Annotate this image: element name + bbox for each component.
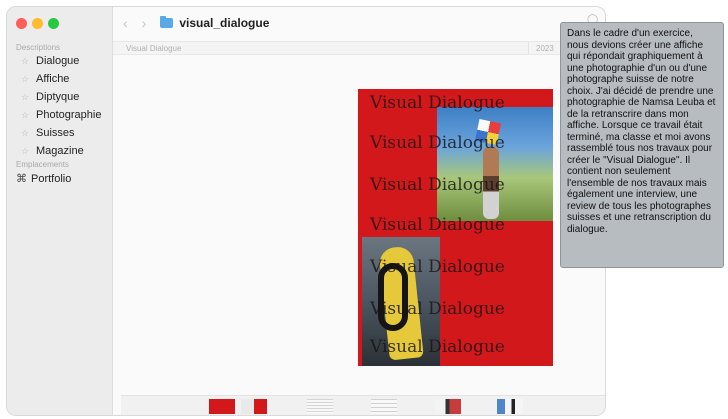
poster-preview[interactable]: Visual Dialogue Visual Dialogue Visual D…: [358, 89, 553, 366]
sidebar-item-label: Magazine: [36, 145, 84, 157]
zoom-button[interactable]: [48, 18, 59, 29]
poster-text: Visual Dialogue: [370, 133, 505, 153]
tooltip: Dans le cadre d'un exercice, nous devion…: [560, 22, 724, 268]
sidebar: Descriptions ☆ Dialogue ☆ Affiche ☆ Dipt…: [7, 7, 113, 415]
sidebar-item-label: Affiche: [36, 73, 70, 85]
thumbnail[interactable]: [307, 399, 333, 414]
column-divider[interactable]: [528, 42, 529, 54]
sidebar-item-photographie[interactable]: ☆ Photographie: [21, 109, 101, 121]
chevron-right-icon[interactable]: ›: [142, 15, 147, 31]
star-icon: ☆: [21, 145, 30, 156]
toolbar: ‹ › visual_dialogue: [113, 7, 605, 39]
sidebar-item-portfolio[interactable]: ⌘ Portfolio: [16, 172, 72, 186]
star-icon: ☆: [21, 109, 30, 120]
close-button[interactable]: [16, 18, 27, 29]
star-icon: ☆: [21, 127, 30, 138]
thumbnail-strip: [121, 395, 605, 415]
photo-portrait: [437, 107, 553, 221]
window-title: visual_dialogue: [179, 16, 270, 30]
poster-text: Visual Dialogue: [370, 93, 505, 113]
portfolio-icon: ⌘: [16, 173, 27, 185]
poster-text: Visual Dialogue: [370, 215, 505, 235]
sidebar-item-label: Diptyque: [36, 91, 80, 103]
sidebar-item-diptyque[interactable]: ☆ Diptyque: [21, 91, 79, 103]
sidebar-item-affiche[interactable]: ☆ Affiche: [21, 73, 69, 85]
column-date[interactable]: 2023: [536, 44, 554, 53]
sidebar-item-label: Photographie: [36, 109, 102, 121]
minimize-button[interactable]: [32, 18, 43, 29]
poster-text: Visual Dialogue: [370, 257, 505, 277]
thumbnail[interactable]: [209, 399, 235, 414]
sidebar-section-title: Emplacements: [16, 160, 69, 169]
poster-text: Visual Dialogue: [370, 337, 505, 357]
column-header: Visual Dialogue 2023: [113, 41, 605, 55]
sidebar-item-magazine[interactable]: ☆ Magazine: [21, 145, 84, 157]
sidebar-section-title: Descriptions: [16, 43, 61, 52]
star-icon: ☆: [21, 91, 30, 102]
thumbnail[interactable]: [435, 399, 461, 414]
sidebar-item-label: Suisses: [36, 127, 75, 139]
folder-icon: [160, 16, 174, 28]
sidebar-item-label: Portfolio: [31, 172, 72, 185]
sidebar-item-suisses[interactable]: ☆ Suisses: [21, 127, 75, 139]
thumbnail[interactable]: [497, 399, 523, 414]
poster-text: Visual Dialogue: [370, 175, 505, 195]
poster-text: Visual Dialogue: [370, 299, 505, 319]
sidebar-item-label: Dialogue: [36, 55, 80, 67]
column-name[interactable]: Visual Dialogue: [126, 44, 181, 53]
star-icon: ☆: [21, 73, 30, 84]
breadcrumb: visual_dialogue: [160, 16, 269, 30]
thumbnail[interactable]: [371, 399, 397, 414]
thumbnail[interactable]: [241, 399, 267, 414]
sidebar-item-dialogue[interactable]: ☆ Dialogue: [21, 55, 79, 67]
window-controls: [16, 18, 59, 29]
star-icon: ☆: [21, 55, 30, 66]
chevron-left-icon[interactable]: ‹: [123, 15, 128, 31]
